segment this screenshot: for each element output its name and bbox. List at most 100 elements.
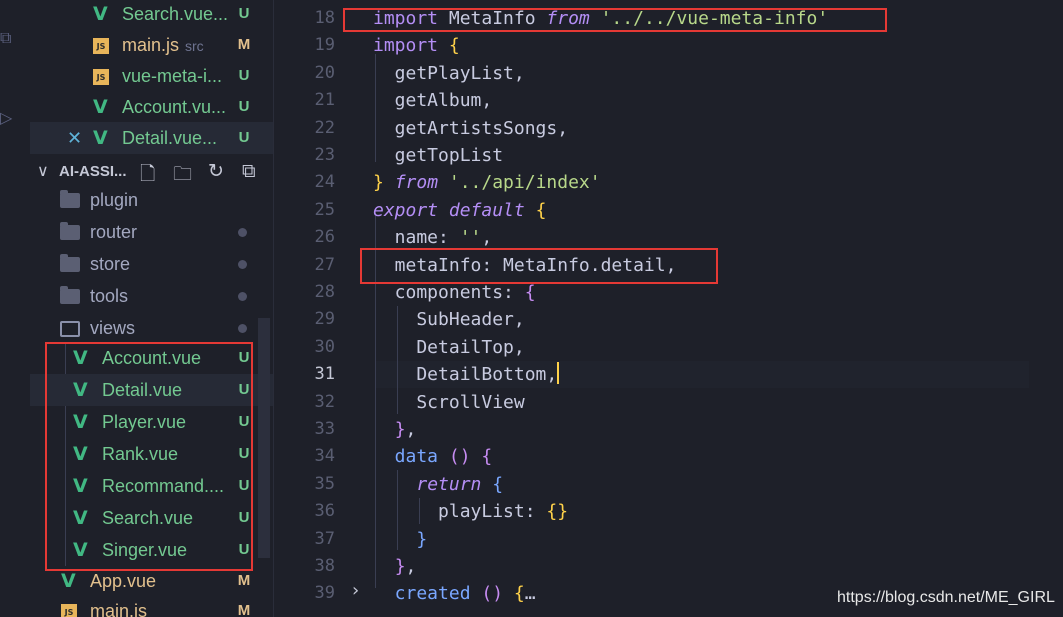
code-text: export default { (373, 197, 546, 224)
file-name: Search.vue... (122, 0, 228, 30)
file-item[interactable]: V Account.vu... U (30, 91, 273, 123)
code-text: getArtistsSongs, (373, 115, 568, 142)
code-line[interactable]: 19 import { (275, 32, 1063, 59)
code-token: ScrollView (373, 391, 525, 413)
code-line[interactable]: 20 getPlayList, (275, 60, 1063, 87)
code-text: return { (373, 471, 503, 498)
line-number: 31 (314, 364, 335, 385)
sidebar-scrollbar[interactable] (258, 318, 270, 558)
line-number: 33 (314, 419, 335, 439)
code-text: import { (373, 32, 460, 59)
line-number: 18 (314, 8, 335, 28)
code-text: getPlayList, (373, 60, 525, 87)
line-number: 20 (314, 62, 335, 83)
chevron-down-icon[interactable]: ∨ (37, 161, 49, 180)
code-text: } from '../api/index' (373, 169, 601, 196)
text-cursor (557, 362, 560, 385)
code-text: }, (373, 416, 417, 443)
code-token: playList: (373, 501, 547, 523)
fold-chevron-icon[interactable]: › (352, 580, 359, 601)
code-token: created (373, 583, 482, 605)
line-number: 34 (314, 446, 335, 467)
code-text: SubHeader, (373, 306, 525, 333)
code-line[interactable]: 25 export default { (275, 197, 1063, 224)
code-token: components: (373, 282, 525, 303)
js-icon: JS (93, 38, 109, 54)
folder-icon (60, 286, 80, 304)
code-text: data () { (373, 443, 493, 470)
code-line[interactable]: 23 getTopList (275, 142, 1063, 169)
code-editor[interactable]: 18 import MetaInfo from '../../vue-meta-i… (275, 0, 1063, 617)
code-text: DetailTop, (373, 334, 525, 361)
code-token: } (416, 528, 428, 550)
file-item[interactable]: JS main.js M (30, 595, 273, 617)
file-item[interactable]: V Search.vue... U (30, 0, 273, 30)
line-number: 26 (314, 227, 335, 248)
code-token: SubHeader, (373, 309, 525, 331)
close-icon[interactable]: ✕ (67, 122, 82, 154)
status-dot (238, 324, 247, 333)
file-name: main.js (90, 595, 147, 617)
metainfo-highlight-box (360, 248, 718, 284)
folder-name: tools (90, 286, 129, 306)
code-line[interactable]: 29 SubHeader, (275, 306, 1063, 333)
line-number: 32 (314, 391, 335, 412)
file-name: Detail.vue... (122, 122, 217, 154)
file-name: vue-meta-i... (122, 60, 222, 92)
folder-item[interactable]: views (30, 312, 273, 344)
line-number: 21 (314, 90, 335, 111)
git-status-badge: M (237, 602, 251, 617)
code-line[interactable]: 24} from '../api/index' (275, 169, 1063, 196)
folder-name: views (90, 318, 136, 338)
code-line[interactable]: 34 data () { (275, 443, 1063, 470)
folder-item[interactable]: tools (30, 280, 273, 312)
folder-icon (60, 190, 80, 208)
folder-item[interactable]: router (30, 216, 273, 248)
line-number: 23 (314, 145, 335, 165)
code-line[interactable]: 22 getArtistsSongs, (275, 115, 1063, 142)
folder-item[interactable]: plugin (30, 184, 273, 216)
line-number: 39 (314, 583, 335, 604)
code-line[interactable]: 32 ScrollView (275, 389, 1063, 416)
code-line[interactable]: 21 getAlbum, (275, 87, 1063, 114)
refresh-icon[interactable]: ↻ (208, 160, 224, 182)
code-line[interactable]: 30 DetailTop, (275, 334, 1063, 361)
activity-bar: ⧉ ▷ (0, 0, 30, 617)
code-token: } (394, 419, 406, 440)
file-name: main.js src (122, 29, 204, 62)
code-line[interactable]: 38 }, (275, 553, 1063, 580)
code-token: from (394, 172, 449, 194)
watermark: https://blog.csdn.net/ME_GIRL (837, 589, 1055, 606)
code-token: DetailTop, (373, 336, 525, 358)
file-name-text: Detail.vue... (122, 128, 218, 148)
file-item[interactable]: JS vue-meta-i... U (30, 60, 273, 92)
code-token: { (535, 199, 547, 221)
file-item[interactable]: ✕ V Detail.vue... U (30, 122, 273, 154)
code-line[interactable]: 36 playList: {} (275, 498, 1063, 525)
code-line[interactable]: 35 return { (275, 471, 1063, 498)
code-token: '../api/index' (448, 172, 601, 194)
code-line[interactable]: 33 }, (275, 416, 1063, 443)
collapse-all-icon[interactable]: ⧉ (242, 160, 256, 182)
run-debug-icon[interactable]: ▷ (0, 108, 14, 127)
status-dot (238, 260, 247, 269)
file-name: Account.vu... (122, 91, 226, 123)
vue-icon: V (93, 127, 108, 149)
git-status-badge: U (238, 67, 250, 84)
code-text: }, (373, 553, 417, 580)
extensions-icon[interactable]: ⧉ (0, 28, 14, 47)
file-item[interactable]: JS main.js src M (30, 29, 273, 62)
folder-item[interactable]: store (30, 248, 273, 280)
code-token: … (524, 583, 536, 605)
code-line[interactable]: 31 DetailBottom, (275, 361, 1063, 388)
line-number: 38 (314, 556, 335, 576)
code-token: {} (546, 501, 569, 523)
code-token: { (448, 35, 460, 57)
code-token: DetailBottom, (373, 364, 558, 386)
code-token: getPlayList, (373, 62, 525, 84)
code-line[interactable]: 37 } (275, 526, 1063, 553)
line-number: 25 (314, 199, 335, 220)
